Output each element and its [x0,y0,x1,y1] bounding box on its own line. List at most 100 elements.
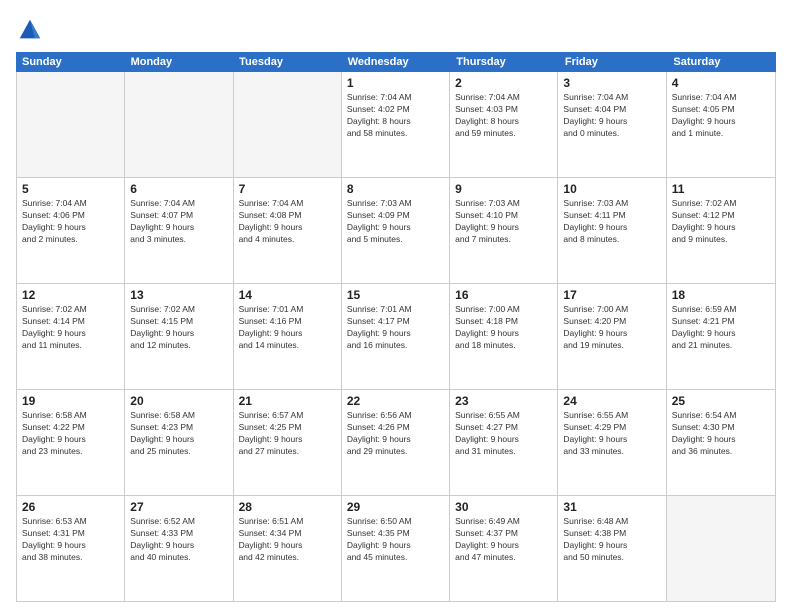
day-header-saturday: Saturday [667,52,776,72]
day-header-thursday: Thursday [450,52,559,72]
day-info: Sunrise: 7:00 AM Sunset: 4:18 PM Dayligh… [455,304,552,352]
day-header-monday: Monday [125,52,234,72]
day-number: 12 [22,288,119,302]
day-info: Sunrise: 7:03 AM Sunset: 4:09 PM Dayligh… [347,198,444,246]
day-info: Sunrise: 7:02 AM Sunset: 4:12 PM Dayligh… [672,198,770,246]
day-number: 30 [455,500,552,514]
day-number: 31 [563,500,660,514]
calendar-week-1: 1 Sunrise: 7:04 AM Sunset: 4:02 PM Daylig… [17,72,775,178]
day-cell-30: 30 Sunrise: 6:49 AM Sunset: 4:37 PM Dayli… [450,496,558,601]
day-number: 11 [672,182,770,196]
day-info: Sunrise: 6:51 AM Sunset: 4:34 PM Dayligh… [239,516,336,564]
day-number: 20 [130,394,227,408]
logo-icon [16,16,44,44]
day-header-tuesday: Tuesday [233,52,342,72]
day-cell-31: 31Sunrise: 6:48 AM Sunset: 4:38 PM Dayli… [558,496,666,601]
calendar-week-2: 5 Sunrise: 7:04 AM Sunset: 4:06 PM Daylig… [17,178,775,284]
header [16,16,776,44]
day-number: 22 [347,394,444,408]
day-cell-16: 16 Sunrise: 7:00 AM Sunset: 4:18 PM Dayli… [450,284,558,389]
day-number: 9 [455,182,552,196]
day-number: 29 [347,500,444,514]
calendar-header: SundayMondayTuesdayWednesdayThursdayFrid… [16,52,776,72]
day-info: Sunrise: 7:04 AM Sunset: 4:05 PM Dayligh… [672,92,770,140]
day-number: 13 [130,288,227,302]
day-cell-2: 2 Sunrise: 7:04 AM Sunset: 4:03 PM Daylig… [450,72,558,177]
day-cell-29: 29 Sunrise: 6:50 AM Sunset: 4:35 PM Dayli… [342,496,450,601]
day-number: 26 [22,500,119,514]
day-cell-19: 19 Sunrise: 6:58 AM Sunset: 4:22 PM Dayli… [17,390,125,495]
day-cell-4: 4Sunrise: 7:04 AM Sunset: 4:05 PM Daylig… [667,72,775,177]
day-number: 3 [563,76,660,90]
day-info: Sunrise: 6:49 AM Sunset: 4:37 PM Dayligh… [455,516,552,564]
day-cell-28: 28 Sunrise: 6:51 AM Sunset: 4:34 PM Dayli… [234,496,342,601]
day-info: Sunrise: 7:03 AM Sunset: 4:11 PM Dayligh… [563,198,660,246]
day-cell-9: 9 Sunrise: 7:03 AM Sunset: 4:10 PM Daylig… [450,178,558,283]
calendar-week-5: 26 Sunrise: 6:53 AM Sunset: 4:31 PM Dayli… [17,496,775,601]
day-number: 27 [130,500,227,514]
day-cell-17: 17 Sunrise: 7:00 AM Sunset: 4:20 PM Dayli… [558,284,666,389]
day-info: Sunrise: 7:04 AM Sunset: 4:03 PM Dayligh… [455,92,552,140]
day-info: Sunrise: 6:58 AM Sunset: 4:23 PM Dayligh… [130,410,227,458]
day-info: Sunrise: 7:03 AM Sunset: 4:10 PM Dayligh… [455,198,552,246]
day-cell-empty [17,72,125,177]
day-cell-27: 27 Sunrise: 6:52 AM Sunset: 4:33 PM Dayli… [125,496,233,601]
day-header-sunday: Sunday [16,52,125,72]
day-cell-empty [125,72,233,177]
day-number: 2 [455,76,552,90]
day-cell-18: 18 Sunrise: 6:59 AM Sunset: 4:21 PM Dayli… [667,284,775,389]
day-number: 14 [239,288,336,302]
day-cell-24: 24Sunrise: 6:55 AM Sunset: 4:29 PM Dayli… [558,390,666,495]
day-number: 18 [672,288,770,302]
day-cell-20: 20 Sunrise: 6:58 AM Sunset: 4:23 PM Dayli… [125,390,233,495]
day-info: Sunrise: 7:04 AM Sunset: 4:06 PM Dayligh… [22,198,119,246]
day-info: Sunrise: 7:04 AM Sunset: 4:07 PM Dayligh… [130,198,227,246]
calendar-week-4: 19 Sunrise: 6:58 AM Sunset: 4:22 PM Dayli… [17,390,775,496]
day-info: Sunrise: 7:02 AM Sunset: 4:15 PM Dayligh… [130,304,227,352]
day-cell-25: 25Sunrise: 6:54 AM Sunset: 4:30 PM Dayli… [667,390,775,495]
calendar-week-3: 12Sunrise: 7:02 AM Sunset: 4:14 PM Dayli… [17,284,775,390]
day-number: 25 [672,394,770,408]
day-cell-6: 6 Sunrise: 7:04 AM Sunset: 4:07 PM Daylig… [125,178,233,283]
day-cell-15: 15Sunrise: 7:01 AM Sunset: 4:17 PM Dayli… [342,284,450,389]
day-number: 28 [239,500,336,514]
day-cell-empty [667,496,775,601]
day-number: 5 [22,182,119,196]
day-cell-1: 1 Sunrise: 7:04 AM Sunset: 4:02 PM Daylig… [342,72,450,177]
day-cell-8: 8 Sunrise: 7:03 AM Sunset: 4:09 PM Daylig… [342,178,450,283]
day-number: 19 [22,394,119,408]
day-info: Sunrise: 6:58 AM Sunset: 4:22 PM Dayligh… [22,410,119,458]
day-number: 8 [347,182,444,196]
day-info: Sunrise: 7:04 AM Sunset: 4:02 PM Dayligh… [347,92,444,140]
day-info: Sunrise: 6:50 AM Sunset: 4:35 PM Dayligh… [347,516,444,564]
day-info: Sunrise: 7:04 AM Sunset: 4:08 PM Dayligh… [239,198,336,246]
day-header-friday: Friday [559,52,668,72]
day-info: Sunrise: 6:52 AM Sunset: 4:33 PM Dayligh… [130,516,227,564]
day-cell-empty [234,72,342,177]
day-info: Sunrise: 6:59 AM Sunset: 4:21 PM Dayligh… [672,304,770,352]
day-info: Sunrise: 7:00 AM Sunset: 4:20 PM Dayligh… [563,304,660,352]
page: SundayMondayTuesdayWednesdayThursdayFrid… [0,0,792,612]
day-number: 16 [455,288,552,302]
day-cell-23: 23 Sunrise: 6:55 AM Sunset: 4:27 PM Dayli… [450,390,558,495]
day-number: 6 [130,182,227,196]
day-cell-21: 21Sunrise: 6:57 AM Sunset: 4:25 PM Dayli… [234,390,342,495]
day-number: 17 [563,288,660,302]
day-cell-14: 14 Sunrise: 7:01 AM Sunset: 4:16 PM Dayli… [234,284,342,389]
day-info: Sunrise: 6:55 AM Sunset: 4:27 PM Dayligh… [455,410,552,458]
day-cell-12: 12Sunrise: 7:02 AM Sunset: 4:14 PM Dayli… [17,284,125,389]
day-cell-3: 3Sunrise: 7:04 AM Sunset: 4:04 PM Daylig… [558,72,666,177]
day-cell-5: 5 Sunrise: 7:04 AM Sunset: 4:06 PM Daylig… [17,178,125,283]
day-cell-22: 22Sunrise: 6:56 AM Sunset: 4:26 PM Dayli… [342,390,450,495]
day-info: Sunrise: 6:55 AM Sunset: 4:29 PM Dayligh… [563,410,660,458]
logo [16,16,48,44]
day-info: Sunrise: 7:01 AM Sunset: 4:16 PM Dayligh… [239,304,336,352]
day-number: 7 [239,182,336,196]
day-number: 10 [563,182,660,196]
day-cell-13: 13 Sunrise: 7:02 AM Sunset: 4:15 PM Dayli… [125,284,233,389]
day-number: 23 [455,394,552,408]
day-number: 1 [347,76,444,90]
day-info: Sunrise: 6:53 AM Sunset: 4:31 PM Dayligh… [22,516,119,564]
day-info: Sunrise: 7:01 AM Sunset: 4:17 PM Dayligh… [347,304,444,352]
day-header-wednesday: Wednesday [342,52,451,72]
